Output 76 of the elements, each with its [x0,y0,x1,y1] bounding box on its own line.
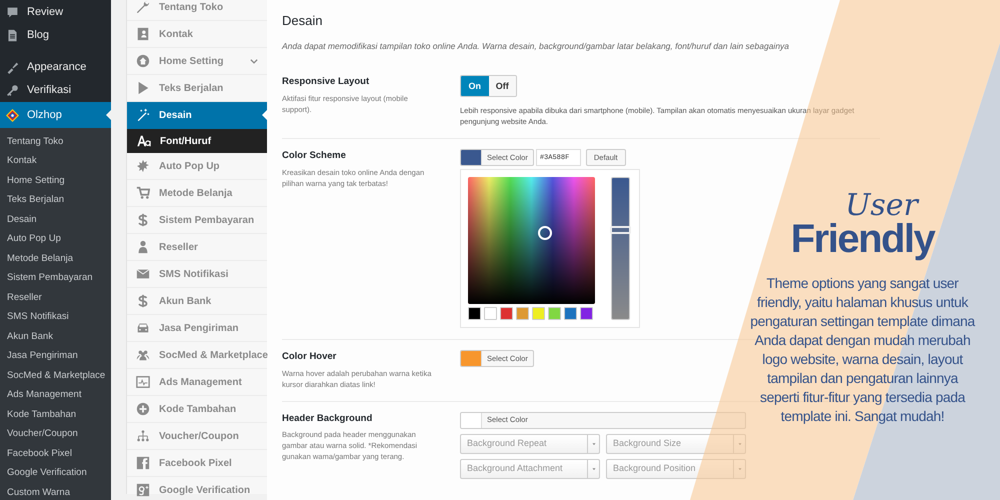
caret-down-icon [736,466,742,472]
palette-swatch[interactable] [548,307,561,320]
document-icon [6,29,19,42]
submenu-item[interactable]: Ads Management [0,386,111,405]
setting-label: Header Background [282,412,374,426]
paintbrush-icon [6,61,19,74]
palette-swatch[interactable] [532,307,545,320]
submenu-item[interactable]: Reseller [0,288,111,308]
people-icon [136,348,150,362]
speech-bubble-icon [6,6,19,19]
admin-menu-item[interactable]: Olzhop [0,102,111,128]
submenu-item[interactable]: SMS Notifikasi [0,308,111,327]
admin-menu-item[interactable]: Verifikasi [0,79,111,102]
script-heading: User [845,192,918,220]
caret-down-icon [590,440,596,446]
submenu-item[interactable]: SocMed & Marketplace [0,366,111,386]
options-menu-item[interactable]: Desain [127,102,267,129]
dollar-icon [136,294,150,308]
setting-label: Responsive Layout [282,75,370,90]
palette-swatch[interactable] [564,307,577,320]
setting-label: Color Scheme [282,149,347,164]
palette-swatch[interactable] [580,307,593,320]
play-icon [136,81,150,95]
plus-circle-icon [136,402,150,416]
facebook-icon [136,456,150,470]
setting-label: Color Hover [282,350,338,364]
wrench-icon [136,0,150,14]
submenu-item[interactable]: Sistem Pembayaran [0,268,111,288]
font-aa-icon [136,134,151,148]
intro-text: Anda dapat memodifikasi tampilan toko online Anda. Warna desain, background/gambar latar belakang, font/huruf dan lain sebagainya [282,40,790,52]
dollar-icon [136,213,150,227]
palette-swatch[interactable] [500,307,513,320]
submenu-item[interactable]: Kode Tambahan [0,405,111,424]
home-icon [136,54,150,68]
starburst-icon [136,159,150,173]
submenu-item[interactable]: Akun Bank [0,327,111,346]
key-icon [6,84,19,97]
menu-pointer-icon [106,110,111,120]
diamond-logo-icon [6,108,19,122]
picker-handle[interactable] [538,226,552,240]
submenu-item[interactable]: Jasa Pengiriman [0,346,111,366]
chart-icon [136,375,150,389]
promo-heading: Friendly [790,220,934,258]
options-submenu-item[interactable]: Font/Huruf [127,129,267,153]
envelope-icon [136,267,150,281]
page-title: Desain [282,12,324,30]
car-icon [136,321,150,335]
submenu-item[interactable]: Custom Warna [0,483,111,500]
submenu-item[interactable]: Google Verification [0,464,111,483]
lightness-slider[interactable] [611,177,630,320]
submenu-item[interactable]: Desain [0,210,111,230]
on-off-toggle[interactable]: On Off [460,75,517,98]
admin-menu-item[interactable]: Blog [0,24,111,47]
admin-menu-item[interactable]: Appearance [0,56,111,79]
palette-swatch[interactable] [468,307,481,320]
submenu-item[interactable]: Facebook Pixel [0,444,111,464]
magic-wand-icon [136,108,150,122]
submenu-item[interactable]: Home Setting [0,171,111,190]
admin-menu-item[interactable]: Review [0,1,111,24]
palette-swatch[interactable] [484,307,497,320]
promo-text: Theme options yang sangat user friendly, yaitu halaman khusus untuk pengaturan settingan template dimana Anda dapat dengan mudah merubah logo website, warna desain, layout tampilan dan pengaturan lainnya seperti fitur-fitur yang tersedia pada template ini. Sangat mudah! [750,274,975,426]
submenu-item[interactable]: Tentang Toko [0,132,111,152]
sitemap-icon [136,429,150,443]
submenu-item[interactable]: Metode Belanja [0,249,111,268]
cart-icon [136,186,150,200]
person-icon [136,240,150,254]
caret-down-icon [736,440,742,446]
palette-swatch[interactable] [516,307,529,320]
color-spectrum[interactable] [468,177,595,304]
caret-down-icon [590,466,596,472]
submenu-item[interactable]: Teks Berjalan [0,190,111,210]
submenu-item[interactable]: Auto Pop Up [0,230,111,249]
submenu-item[interactable]: Voucher/Coupon [0,424,111,444]
submenu-item[interactable]: Kontak [0,152,111,171]
slider-thumb[interactable] [610,226,631,234]
contact-card-icon [136,27,150,41]
